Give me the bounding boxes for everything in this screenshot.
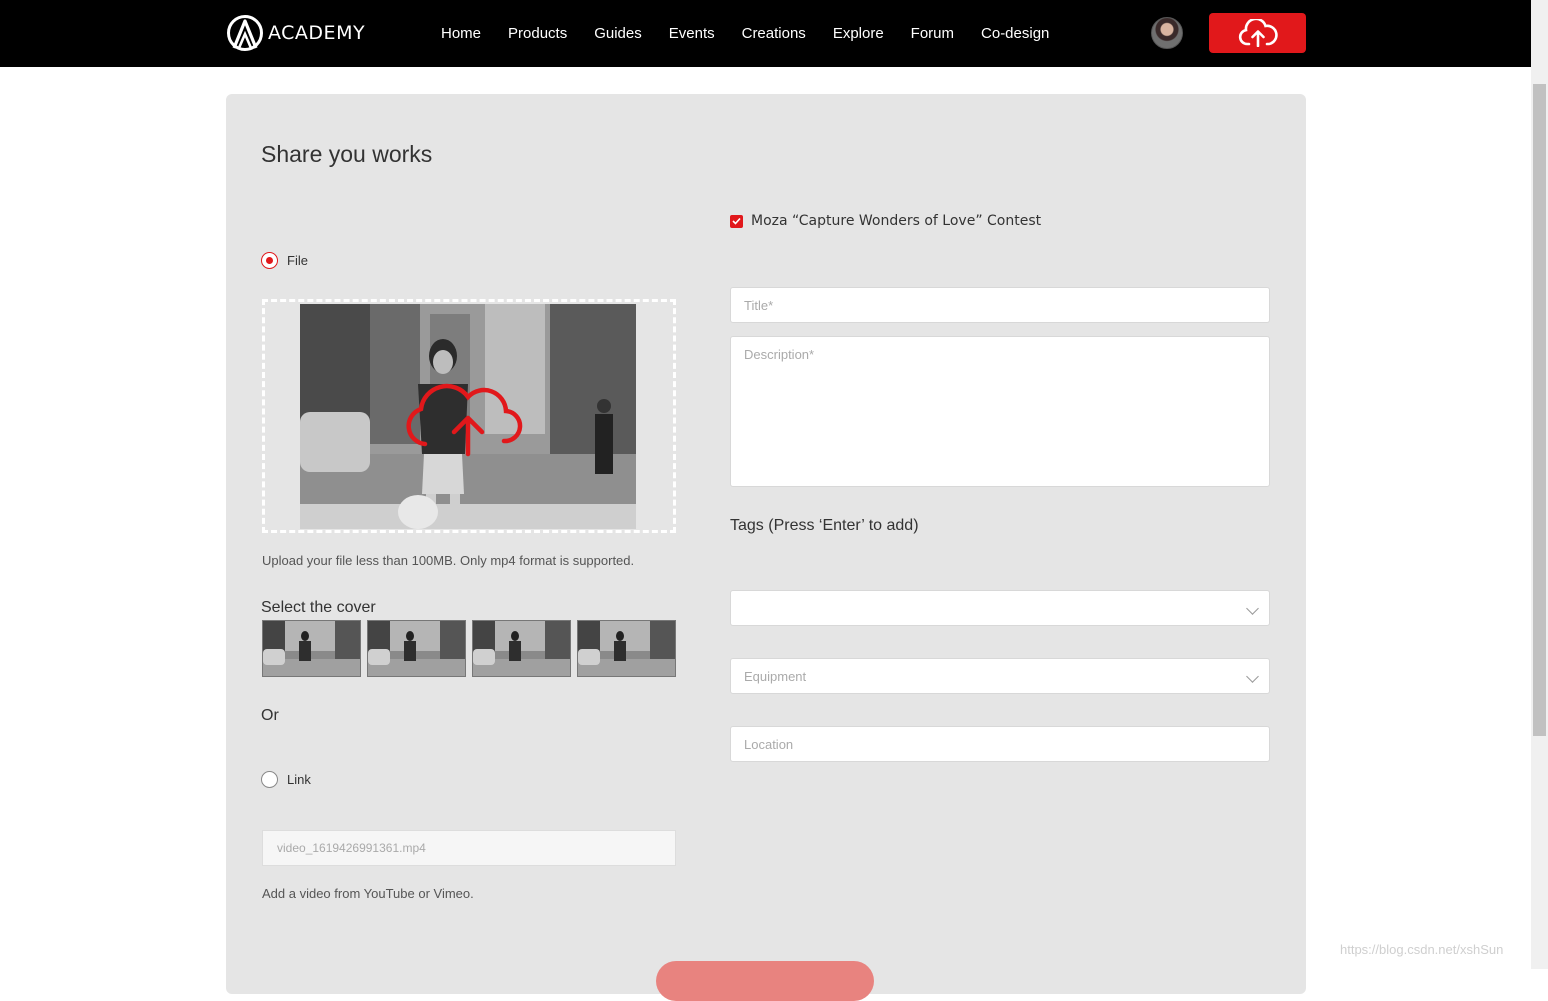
page-scrollbar[interactable] <box>1531 0 1548 969</box>
contest-option[interactable]: Moza “Capture Wonders of Love” Contest <box>730 213 1041 229</box>
page-title: Share you works <box>261 141 433 167</box>
cover-image <box>368 621 465 676</box>
academy-logo-icon <box>227 15 263 51</box>
file-option-label: File <box>287 253 308 268</box>
cover-image <box>263 621 360 676</box>
nav-guides[interactable]: Guides <box>594 25 642 42</box>
chevron-down-icon <box>1246 670 1259 683</box>
nav-forum[interactable]: Forum <box>911 25 954 42</box>
or-label: Or <box>261 707 279 724</box>
link-hint: Add a video from YouTube or Vimeo. <box>262 886 474 901</box>
video-preview <box>300 304 636 529</box>
checkmark-icon <box>732 217 741 225</box>
upload-button[interactable] <box>1209 13 1306 53</box>
scrollbar-thumb[interactable] <box>1533 84 1546 736</box>
nav-home[interactable]: Home <box>441 25 481 42</box>
cover-thumbnail[interactable] <box>472 620 571 677</box>
tags-label: Tags (Press ‘Enter’ to add) <box>730 517 919 534</box>
cover-image <box>578 621 675 676</box>
main-nav: Home Products Guides Events Creations Ex… <box>441 0 1076 67</box>
location-input[interactable]: Location <box>730 726 1270 762</box>
link-option-label: Link <box>287 772 311 787</box>
select-cover-label: Select the cover <box>261 599 376 616</box>
file-radio[interactable] <box>261 252 278 269</box>
nav-explore[interactable]: Explore <box>833 25 884 42</box>
upload-hint: Upload your file less than 100MB. Only m… <box>262 553 635 568</box>
cover-thumbnail[interactable] <box>367 620 466 677</box>
contest-checkbox[interactable] <box>730 214 743 228</box>
nav-creations[interactable]: Creations <box>742 25 806 42</box>
chevron-down-icon <box>1246 602 1259 615</box>
equipment-select[interactable]: Equipment <box>730 658 1270 694</box>
title-input[interactable]: Title* <box>730 287 1270 323</box>
link-radio[interactable] <box>261 771 278 788</box>
cover-image <box>473 621 570 676</box>
street-photo-image <box>300 304 636 529</box>
academy-logo[interactable]: ACADEMY <box>226 14 365 52</box>
watermark: https://blog.csdn.net/xshSun <box>1340 942 1504 957</box>
link-option[interactable]: Link <box>261 771 311 788</box>
cloud-upload-icon <box>1238 19 1278 47</box>
tags-select[interactable] <box>730 590 1270 626</box>
submit-button[interactable] <box>656 961 874 1001</box>
file-option[interactable]: File <box>261 252 308 269</box>
cover-thumbnail[interactable] <box>577 620 676 677</box>
top-navigation-bar: ACADEMY Home Products Guides Events Crea… <box>0 0 1531 67</box>
cover-thumbnails <box>262 620 676 677</box>
share-works-panel: Share you works File Upload your file le… <box>226 94 1306 1001</box>
user-avatar[interactable] <box>1151 17 1183 49</box>
contest-label: Moza “Capture Wonders of Love” Contest <box>751 213 1042 229</box>
file-dropzone[interactable] <box>262 299 676 533</box>
equipment-placeholder: Equipment <box>744 669 807 684</box>
nav-products[interactable]: Products <box>508 25 567 42</box>
description-textarea[interactable]: Description* <box>730 336 1270 487</box>
video-link-input[interactable]: video_1619426991361.mp4 <box>262 830 676 866</box>
logo-text: ACADEMY <box>268 22 366 44</box>
nav-co-design[interactable]: Co-design <box>981 25 1049 42</box>
nav-events[interactable]: Events <box>669 25 715 42</box>
cover-thumbnail[interactable] <box>262 620 361 677</box>
